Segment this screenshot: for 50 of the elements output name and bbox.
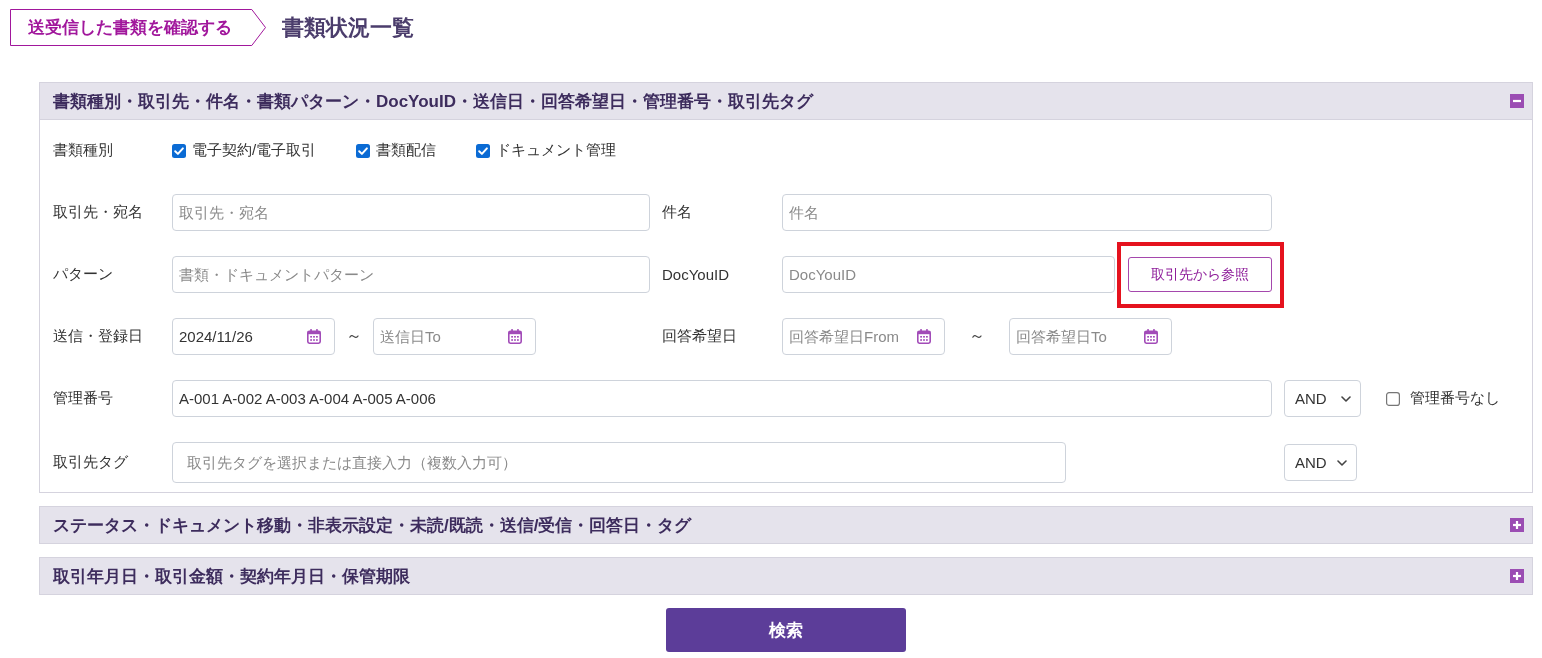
field-label: DocYouID	[662, 266, 730, 283]
expand-icon[interactable]	[1510, 569, 1524, 583]
tag-field[interactable]: 取引先タグを選択または直接入力（複数入力可）	[172, 442, 1066, 483]
collapse-icon[interactable]	[1510, 94, 1524, 108]
field-label: 管理番号	[53, 389, 114, 408]
checkbox[interactable]	[356, 143, 371, 158]
caret-icon	[1341, 395, 1351, 402]
date-field[interactable]: 回答希望日From	[782, 318, 945, 355]
section-header[interactable]: 書類種別・取引先・件名・書類パターン・DocYouID・送信日・回答希望日・管理番号・取引先タグ	[40, 83, 1532, 120]
range-separator: ～	[345, 326, 363, 346]
caret-icon	[1337, 459, 1347, 466]
reference-button[interactable]: 取引先から参照	[1128, 257, 1272, 292]
checkbox[interactable]	[172, 143, 186, 158]
field-label: 送信・登録日	[53, 327, 144, 346]
range-separator: ～	[968, 326, 986, 346]
field-label: パターン	[53, 265, 114, 284]
field-label: 取引先・宛名	[53, 203, 144, 222]
checkbox[interactable]	[476, 143, 491, 158]
calendar-icon[interactable]	[1144, 329, 1158, 344]
breadcrumb-link[interactable]: 送受信した書類を確認する	[10, 9, 266, 46]
checkbox-label[interactable]: 電子契約/電子取引	[192, 141, 317, 160]
date-field[interactable]: 回答希望日To	[1009, 318, 1172, 355]
section-title: 書類種別・取引先・件名・書類パターン・DocYouID・送信日・回答希望日・管理番号・取引先タグ	[53, 90, 813, 113]
text-field[interactable]: DocYouID	[782, 256, 1115, 293]
field-label: 取引先タグ	[53, 453, 129, 472]
checkbox-label[interactable]: 書類配信	[376, 141, 437, 160]
calendar-icon[interactable]	[917, 329, 931, 344]
checkbox-label[interactable]: ドキュメント管理	[496, 141, 617, 160]
field-label: 回答希望日	[662, 327, 738, 346]
checkbox[interactable]	[1386, 391, 1400, 406]
section-title: 取引年月日・取引金額・契約年月日・保管期限	[53, 565, 410, 588]
section-header[interactable]: ステータス・ドキュメント移動・非表示設定・未読/既読・送信/受信・回答日・タグ	[40, 507, 1532, 543]
text-field[interactable]: A-001 A-002 A-003 A-004 A-005 A-006	[172, 380, 1272, 417]
calendar-icon[interactable]	[508, 329, 522, 344]
page-title: 書類状況一覧	[282, 13, 414, 42]
calendar-icon[interactable]	[307, 329, 321, 344]
expand-icon[interactable]	[1510, 518, 1524, 532]
field-label: 書類種別	[53, 141, 114, 160]
section-title: ステータス・ドキュメント移動・非表示設定・未読/既読・送信/受信・回答日・タグ	[53, 514, 692, 537]
field-label: 件名	[662, 203, 693, 222]
text-field[interactable]: 件名	[782, 194, 1272, 231]
operator-select[interactable]: AND	[1284, 380, 1361, 417]
text-field[interactable]: 取引先・宛名	[172, 194, 650, 231]
date-field[interactable]: 送信日To	[373, 318, 536, 355]
operator-select[interactable]: AND	[1284, 444, 1357, 481]
section-header[interactable]: 取引年月日・取引金額・契約年月日・保管期限	[40, 558, 1532, 594]
text-field[interactable]: 書類・ドキュメントパターン	[172, 256, 650, 293]
date-field[interactable]: 2024/11/26	[172, 318, 335, 355]
checkbox-label[interactable]: 管理番号なし	[1410, 389, 1500, 408]
search-button[interactable]: 検索	[666, 608, 906, 652]
